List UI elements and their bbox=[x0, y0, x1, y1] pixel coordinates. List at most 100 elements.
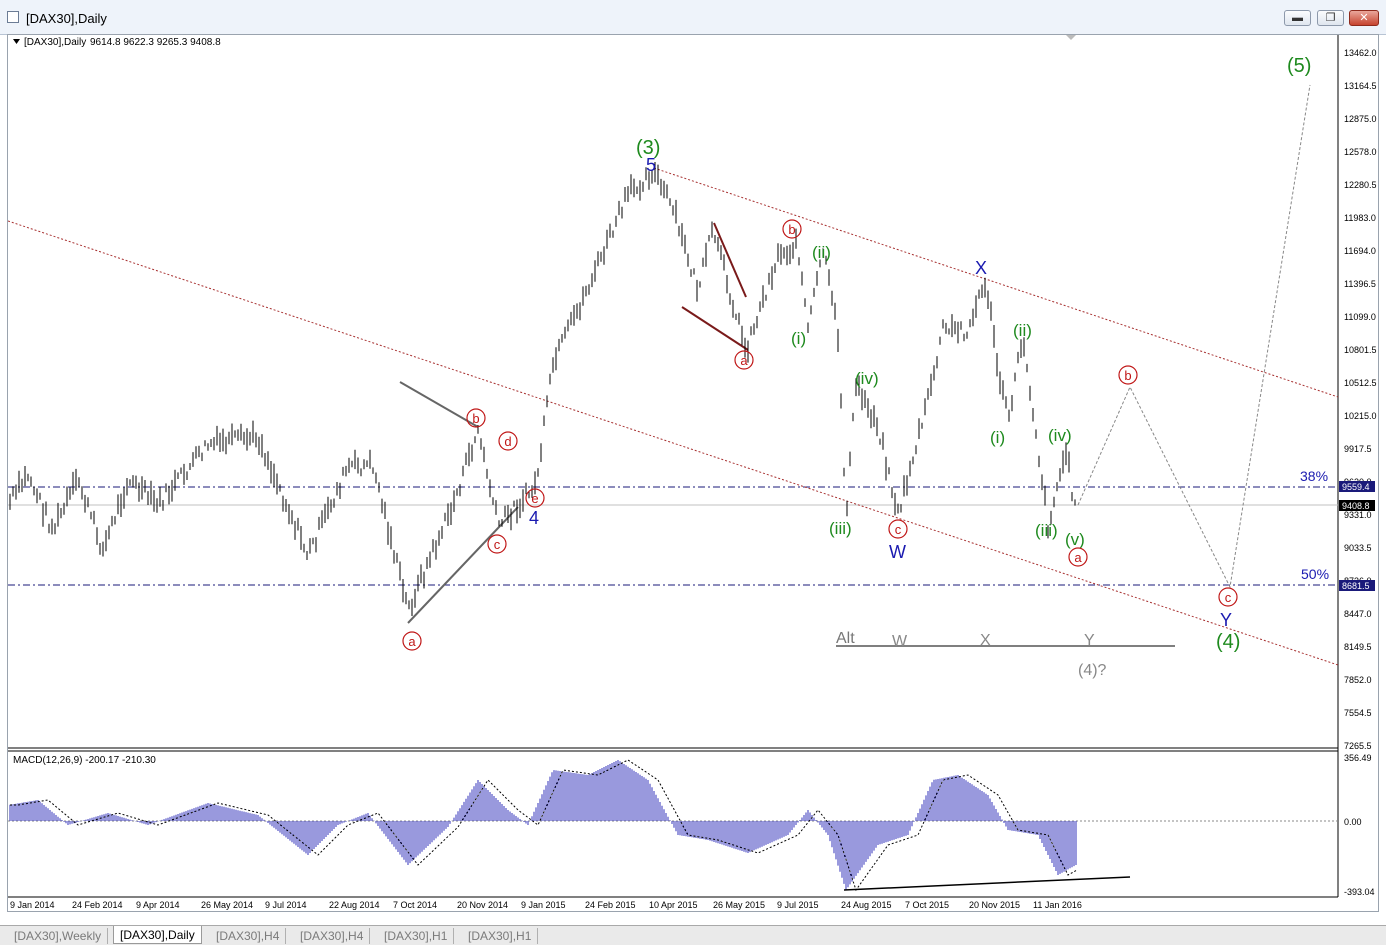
macd-signal-line bbox=[10, 759, 1077, 892]
price-tick: 10801.5 bbox=[1344, 345, 1377, 355]
chart-canvas[interactable]: [DAX30],Daily 9614.8 9622.3 9265.3 9408.… bbox=[8, 35, 1378, 911]
price-tick: 7852.0 bbox=[1344, 675, 1372, 685]
wave-i-label[interactable]: (i) bbox=[791, 329, 806, 348]
macd-tick: -393.04 bbox=[1344, 887, 1375, 897]
wedge-lower-line[interactable] bbox=[681, 306, 749, 351]
wedge-upper-line[interactable] bbox=[713, 222, 747, 298]
wave-w-label[interactable]: W bbox=[889, 542, 906, 562]
ohlc-values: 9614.8 9622.3 9265.3 9408.8 bbox=[90, 37, 221, 48]
shift-marker-icon[interactable] bbox=[1066, 35, 1076, 40]
wave-4-minor-label[interactable]: 4 bbox=[529, 508, 539, 528]
projection-path[interactable] bbox=[1077, 84, 1311, 589]
wave-iii-label[interactable]: (iii) bbox=[829, 519, 852, 538]
price-tick: 10215.0 bbox=[1344, 411, 1377, 421]
wave-b-label-3[interactable]: b bbox=[1124, 368, 1131, 383]
price-tick: 9033.5 bbox=[1344, 543, 1372, 553]
alt-w-label: W bbox=[892, 633, 908, 650]
wave-c-label[interactable]: c bbox=[494, 537, 501, 552]
window-title: [DAX30],Daily bbox=[26, 11, 107, 26]
tab-dax30-h4-2[interactable]: [DAX30],H4 bbox=[294, 928, 371, 944]
time-tick: 22 Aug 2014 bbox=[329, 900, 380, 910]
wave-iii-label-2[interactable]: (iii) bbox=[1035, 521, 1058, 540]
price-tick: 7265.5 bbox=[1344, 741, 1372, 751]
tab-dax30-h1[interactable]: [DAX30],H1 bbox=[378, 928, 455, 944]
wave-y-label[interactable]: Y bbox=[1220, 610, 1232, 630]
price-tick: 8447.0 bbox=[1344, 609, 1372, 619]
channel-lower-line[interactable] bbox=[8, 220, 1339, 666]
macd-histogram bbox=[9, 760, 1077, 890]
price-tick: 9917.5 bbox=[1344, 444, 1372, 454]
fib50-price: 8681.5 bbox=[1342, 581, 1370, 591]
restore-button[interactable]: ❐ bbox=[1317, 10, 1344, 26]
triangle-upper-line[interactable] bbox=[399, 381, 479, 428]
time-tick: 26 May 2014 bbox=[201, 900, 253, 910]
price-tick: 7554.5 bbox=[1344, 708, 1372, 718]
wave-d-label[interactable]: d bbox=[504, 434, 511, 449]
price-tick: 13164.5 bbox=[1344, 81, 1377, 91]
macd-divergence-line[interactable] bbox=[843, 876, 1131, 891]
price-tick: 11694.0 bbox=[1344, 246, 1376, 256]
wave-iv-label[interactable]: (iv) bbox=[855, 369, 879, 388]
wave-c-label-2[interactable]: c bbox=[895, 522, 902, 537]
time-tick: 7 Oct 2014 bbox=[393, 900, 437, 910]
price-bars bbox=[9, 162, 1076, 616]
price-tick: 8149.5 bbox=[1344, 642, 1372, 652]
time-tick: 20 Nov 2015 bbox=[969, 900, 1020, 910]
tab-dax30-h1-2[interactable]: [DAX30],H1 bbox=[462, 928, 539, 944]
tab-dax30-daily[interactable]: [DAX30],Daily bbox=[113, 926, 202, 944]
time-tick: 9 Jan 2014 bbox=[10, 900, 55, 910]
chart-menu-icon[interactable] bbox=[13, 39, 20, 44]
price-tick: 11396.5 bbox=[1344, 279, 1376, 289]
fib50-label: 50% bbox=[1301, 566, 1329, 582]
time-tick: 7 Oct 2015 bbox=[905, 900, 949, 910]
time-axis-labels: 9 Jan 2014 24 Feb 2014 9 Apr 2014 26 May… bbox=[10, 900, 1082, 910]
chart-tabs-bar: [DAX30],Weekly [DAX30],Daily [DAX30],H4 … bbox=[0, 925, 1386, 945]
time-tick: 11 Jan 2016 bbox=[1033, 900, 1082, 910]
macd-tick: 356.49 bbox=[1344, 753, 1372, 763]
fib38-label: 38% bbox=[1300, 468, 1328, 484]
fib38-price: 9559.4 bbox=[1342, 482, 1370, 492]
time-tick: 24 Feb 2014 bbox=[72, 900, 123, 910]
macd-label: MACD(12,26,9) -200.17 -210.30 bbox=[13, 755, 156, 766]
tab-dax30-h4[interactable]: [DAX30],H4 bbox=[210, 928, 287, 944]
macd-tick: 0.00 bbox=[1344, 817, 1362, 827]
time-tick: 24 Feb 2015 bbox=[585, 900, 636, 910]
price-tick: 11099.0 bbox=[1344, 312, 1376, 322]
time-tick: 9 Apr 2014 bbox=[136, 900, 180, 910]
symbol-info: [DAX30],Daily bbox=[24, 37, 86, 48]
alt-label: Alt bbox=[836, 630, 855, 647]
wave-5-minor-label[interactable]: 5 bbox=[646, 155, 656, 175]
price-tick: 12578.0 bbox=[1344, 147, 1377, 157]
wave-v-label[interactable]: (v) bbox=[1065, 530, 1085, 549]
wave-c-label-3[interactable]: c bbox=[1225, 590, 1232, 605]
wave-e-label[interactable]: e bbox=[531, 491, 538, 506]
wave-a-label-3[interactable]: a bbox=[1074, 550, 1082, 565]
time-tick: 10 Apr 2015 bbox=[649, 900, 698, 910]
time-tick: 9 Jan 2015 bbox=[521, 900, 566, 910]
price-axis-ticks: 13462.0 13164.5 12875.0 12578.0 12280.5 … bbox=[1344, 48, 1377, 751]
minimize-button[interactable]: ▬ bbox=[1284, 10, 1311, 26]
price-tick: 9331.0 bbox=[1344, 510, 1372, 520]
window-titlebar: [DAX30],Daily ▬ ❐ ✕ bbox=[0, 0, 1386, 35]
wave-iv-label-2[interactable]: (iv) bbox=[1048, 426, 1072, 445]
wave-labels-blue: 5 4 X W Y bbox=[529, 155, 1232, 630]
price-tick: 12875.0 bbox=[1344, 114, 1377, 124]
price-tick: 10512.5 bbox=[1344, 378, 1377, 388]
price-tick: 13462.0 bbox=[1344, 48, 1377, 58]
chart-window-icon bbox=[7, 11, 19, 23]
wave-ii-label[interactable]: (ii) bbox=[812, 243, 831, 262]
time-tick: 20 Nov 2014 bbox=[457, 900, 508, 910]
close-button[interactable]: ✕ bbox=[1349, 10, 1379, 26]
channel-upper-line[interactable] bbox=[653, 167, 1339, 398]
wave-x-label[interactable]: X bbox=[975, 258, 987, 278]
wave-4-label[interactable]: (4) bbox=[1216, 631, 1240, 653]
wave-ii-label-2[interactable]: (ii) bbox=[1013, 321, 1032, 340]
wave-a-label-2[interactable]: a bbox=[740, 353, 748, 368]
wave-b-label-2[interactable]: b bbox=[788, 222, 795, 237]
time-tick: 9 Jul 2014 bbox=[265, 900, 307, 910]
wave-i-label-2[interactable]: (i) bbox=[990, 428, 1005, 447]
wave-a-label[interactable]: a bbox=[408, 634, 416, 649]
tab-dax30-weekly[interactable]: [DAX30],Weekly bbox=[8, 928, 109, 944]
wave-b-label[interactable]: b bbox=[472, 411, 479, 426]
wave-5-label[interactable]: (5) bbox=[1287, 55, 1311, 77]
